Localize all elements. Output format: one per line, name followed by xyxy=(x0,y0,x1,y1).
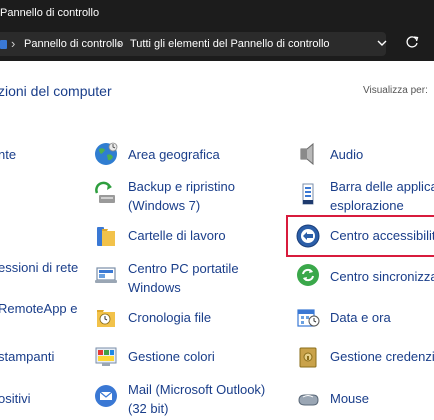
item-cronologia-file[interactable]: Cronologia file xyxy=(128,308,211,328)
globe-icon xyxy=(95,142,118,165)
work-folders-icon xyxy=(97,227,115,246)
breadcrumb-all-items[interactable]: Tutti gli elementi del Pannello di contr… xyxy=(130,38,330,50)
item-left-1[interactable]: nte xyxy=(0,145,16,165)
item-mouse[interactable]: Mouse xyxy=(330,389,369,409)
credential-vault-icon xyxy=(299,347,317,368)
breadcrumb-separator: › xyxy=(11,36,16,51)
item-backup-line2[interactable]: (Windows 7) xyxy=(128,196,200,216)
breadcrumb-separator: › xyxy=(117,36,122,51)
item-area-geografica[interactable]: Area geografica xyxy=(128,145,220,165)
title-bar: Pannello di controllo xyxy=(0,0,434,27)
item-gestione-credenziali[interactable]: Gestione credenzia xyxy=(330,347,434,367)
mail-icon xyxy=(95,385,117,407)
chevron-down-icon[interactable] xyxy=(376,36,388,50)
item-barra-line2[interactable]: esplorazione xyxy=(330,196,404,216)
color-management-icon xyxy=(95,347,117,366)
item-barra-line1[interactable]: Barra delle applica xyxy=(330,177,434,197)
item-left-5[interactable]: ositivi xyxy=(0,389,31,409)
page-heading: zioni del computer xyxy=(0,83,112,99)
window-title: Pannello di controllo xyxy=(0,7,100,19)
item-left-2[interactable]: essioni di rete xyxy=(0,258,78,278)
sync-center-icon xyxy=(297,264,319,286)
item-left-4[interactable]: stampanti xyxy=(0,347,54,367)
mouse-icon xyxy=(298,394,319,406)
speaker-icon xyxy=(300,142,314,166)
item-audio[interactable]: Audio xyxy=(330,145,363,165)
item-centro-pc-line1[interactable]: Centro PC portatile xyxy=(128,259,239,279)
content-header: zioni del computer Visualizza per: xyxy=(0,61,434,117)
item-mail-line2[interactable]: (32 bit) xyxy=(128,399,168,419)
backup-icon xyxy=(95,181,115,203)
address-bar: › Pannello di controllo › Tutti gli elem… xyxy=(0,27,434,61)
item-backup-line1[interactable]: Backup e ripristino xyxy=(128,177,235,197)
mobility-center-icon xyxy=(95,267,117,283)
item-gestione-colori[interactable]: Gestione colori xyxy=(128,347,215,367)
breadcrumb-control-panel[interactable]: Pannello di controllo xyxy=(24,38,123,50)
view-by-dropdown[interactable] xyxy=(426,82,434,100)
item-mail-line1[interactable]: Mail (Microsoft Outlook) xyxy=(128,380,265,400)
refresh-icon[interactable] xyxy=(403,33,421,51)
item-centro-accessibilita[interactable]: Centro accessibilit xyxy=(330,226,434,246)
item-cartelle-lavoro[interactable]: Cartelle di lavoro xyxy=(128,226,226,246)
item-data-ora[interactable]: Data e ora xyxy=(330,308,391,328)
calendar-icon xyxy=(297,309,320,327)
item-centro-sincronizzazione[interactable]: Centro sincronizza xyxy=(330,267,434,287)
taskbar-icon xyxy=(302,183,314,205)
item-left-3[interactable]: RemoteApp e xyxy=(0,299,78,319)
file-history-icon xyxy=(97,310,115,327)
item-centro-pc-line2[interactable]: Windows xyxy=(128,278,181,298)
view-by-label: Visualizza per: xyxy=(363,85,428,96)
control-panel-icon xyxy=(0,40,7,49)
ease-of-access-icon xyxy=(296,224,320,248)
